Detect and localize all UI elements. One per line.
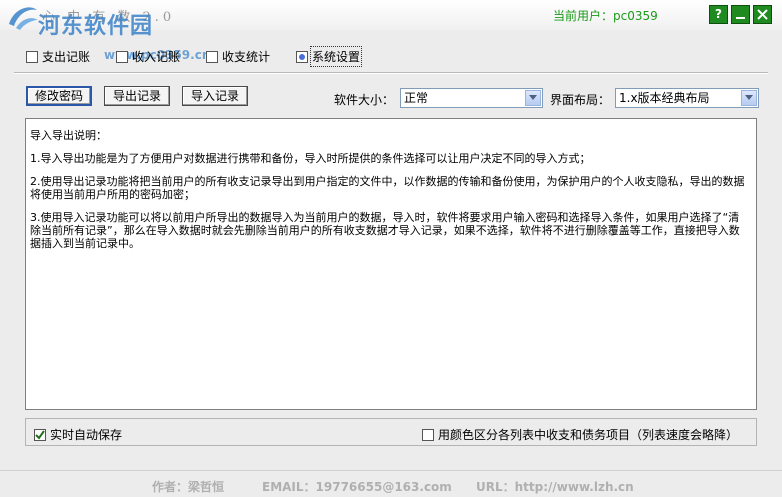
options-box: 实时自动保存 用颜色区分各列表中收支和债务项目（列表速度会略降） [25, 418, 757, 446]
selected-dot-icon [299, 53, 306, 60]
tab-income[interactable]: 收入记账 [116, 48, 180, 65]
import-records-button[interactable]: 导入记录 [182, 86, 248, 106]
tab-settings[interactable]: 系统设置 [296, 46, 363, 67]
minimize-icon [736, 17, 745, 19]
main-tabs: 支出记账 收入记账 收支统计 系统设置 [26, 46, 386, 67]
current-user-label: 当前用户：pc0359 [553, 9, 658, 23]
footer-email: EMAIL：19776655@163.com [262, 480, 452, 494]
software-size-label: 软件大小： [334, 93, 395, 107]
change-password-button[interactable]: 修改密码 [26, 86, 92, 106]
layout-value: 1.x版本经典布局 [619, 91, 710, 105]
software-size-select[interactable]: 正常 [400, 88, 543, 108]
layout-dropdown-button[interactable] [741, 90, 757, 106]
checkmark-icon [35, 429, 45, 440]
instructions-paragraph-1: 1.导入导出功能是为了方便用户对数据进行携带和备份，导入时所提供的条件选择可以让… [30, 152, 591, 165]
close-button[interactable] [753, 5, 772, 24]
divider-top [14, 72, 768, 74]
window-controls: ? [709, 5, 772, 24]
software-size-dropdown-button[interactable] [525, 90, 541, 106]
help-button[interactable]: ? [709, 5, 728, 24]
tab-statistics-checkbox[interactable] [206, 50, 219, 63]
instructions-paragraph-2: 2.使用导出记录功能将把当前用户的所有收支记录导出到用户指定的文件中，以作数据的… [30, 175, 745, 201]
chevron-down-icon [529, 95, 537, 100]
export-records-button[interactable]: 导出记录 [104, 86, 170, 106]
watermark-site-name: 河东软件园 [38, 14, 154, 39]
tab-expense[interactable]: 支出记账 [26, 48, 90, 65]
autosave-option[interactable]: 实时自动保存 [34, 426, 122, 443]
layout-label: 界面布局： [550, 93, 611, 107]
footer-author: 作者：梁哲恒 [152, 480, 225, 494]
tab-settings-label: 系统设置 [310, 46, 363, 67]
color-option[interactable]: 用颜色区分各列表中收支和债务项目（列表速度会略降） [422, 426, 738, 443]
tab-statistics[interactable]: 收支统计 [206, 48, 270, 65]
close-icon [757, 9, 768, 20]
chevron-down-icon [745, 95, 753, 100]
tab-expense-label: 支出记账 [42, 50, 91, 64]
title-bar: 心 中 有 数 2.0 河东软件园 当前用户：pc0359 ? [0, 0, 782, 39]
footer-url: URL：http://www.lzh.cn [476, 480, 634, 494]
software-size-value: 正常 [404, 91, 429, 105]
autosave-label: 实时自动保存 [50, 428, 123, 442]
instructions-panel[interactable]: 导入导出说明： 1.导入导出功能是为了方便用户对数据进行携带和备份，导入时所提供… [25, 118, 757, 410]
tab-expense-checkbox[interactable] [26, 50, 38, 63]
instructions-paragraph-3: 3.使用导入记录功能可以将以前用户所导出的数据导入为当前用户的数据，导入时，软件… [30, 211, 740, 250]
tab-income-label: 收入记账 [132, 50, 181, 64]
color-checkbox[interactable] [422, 428, 434, 441]
watermark-logo-icon [9, 7, 38, 30]
minimize-button[interactable] [731, 5, 750, 24]
autosave-checkbox[interactable] [34, 428, 46, 441]
layout-select[interactable]: 1.x版本经典布局 [615, 88, 759, 108]
instructions-heading: 导入导出说明： [30, 129, 107, 142]
tab-income-checkbox[interactable] [116, 50, 129, 63]
tab-settings-checkbox[interactable] [296, 50, 309, 63]
tab-statistics-label: 收支统计 [222, 50, 271, 64]
footer: 作者：梁哲恒 EMAIL：19776655@163.com URL：http:/… [0, 470, 782, 497]
color-label: 用颜色区分各列表中收支和债务项目（列表速度会略降） [438, 428, 739, 442]
